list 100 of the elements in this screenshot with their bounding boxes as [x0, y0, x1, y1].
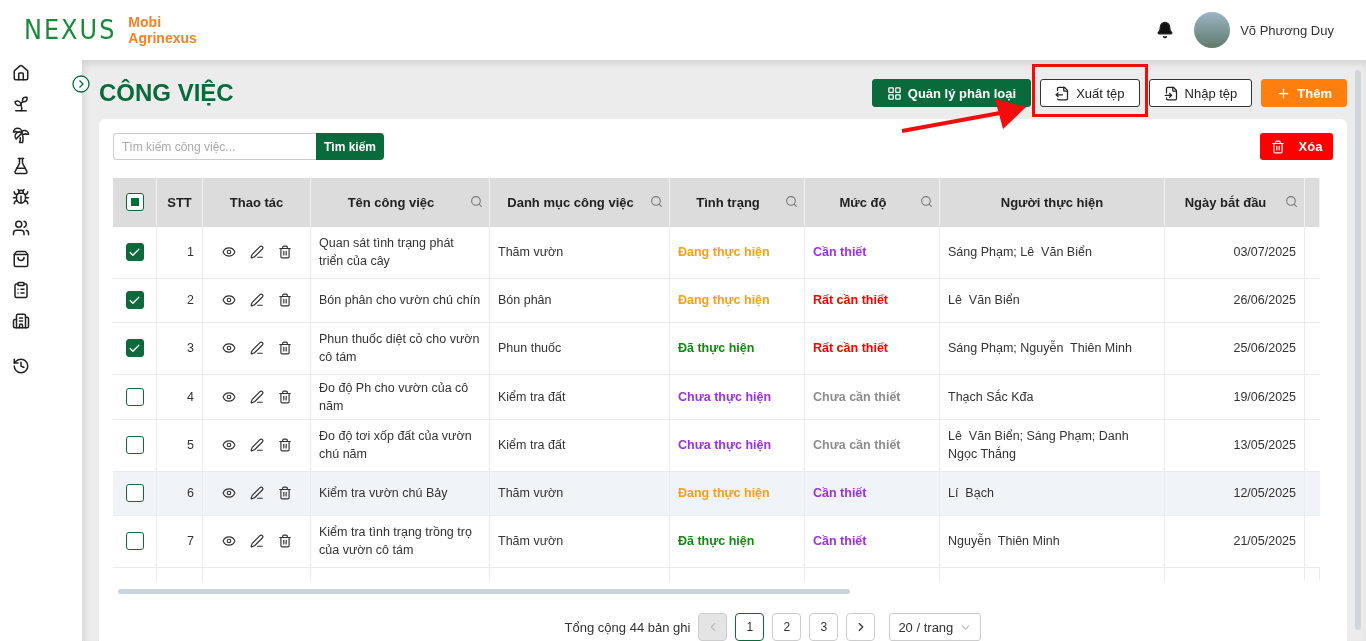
- select-all-checkbox[interactable]: [125, 193, 144, 212]
- row-checkbox[interactable]: [125, 436, 144, 455]
- notification-bell-icon[interactable]: [1156, 21, 1175, 39]
- table-row[interactable]: 5 Đo độ tơi xốp đất của vườn chú năm Kiểm tra đất Chưa thực hiện Chưa cần thiết Lê Văn Biển; Sáng Phạm; Danh Ngọc Thắng 13/05/2025: [113, 419, 1320, 472]
- table-cell-text: 4: [187, 388, 194, 406]
- table-cell-text: 7: [187, 533, 194, 551]
- table-cell-text: 21/05/2025: [1233, 533, 1296, 551]
- edit-icon[interactable]: [249, 534, 264, 549]
- status-text: Đã thực hiện: [678, 340, 755, 358]
- page-button[interactable]: 2: [772, 613, 802, 641]
- home-icon[interactable]: [12, 64, 30, 82]
- search-icon[interactable]: [650, 194, 663, 208]
- table-cell-text: Kiểm tra tình trạng trồng trọ của vườn cô tám: [319, 524, 473, 560]
- vertical-scrollbar[interactable]: [1355, 70, 1361, 630]
- delete-button[interactable]: Xóa: [1260, 133, 1333, 161]
- table-cell-text: Lí Bạch: [948, 485, 994, 503]
- view-icon[interactable]: [221, 438, 236, 453]
- row-checkbox[interactable]: [125, 339, 144, 358]
- table-row[interactable]: 7 Kiểm tra tình trạng trồng trọ của vườn cô tám Thăm vườn Đã thực hiện Cần thiết Nguyễn Thiên Minh 21/05/2025: [113, 515, 1320, 568]
- delete-icon[interactable]: [277, 341, 292, 356]
- building-icon[interactable]: [12, 312, 30, 330]
- table-row[interactable]: 4 Đo độ Ph cho vườn của cô năm Kiểm tra đất Chưa thực hiện Chưa cần thiết Thạch Sắc Kđa 19/06/2025: [113, 374, 1320, 420]
- bag-icon[interactable]: [12, 250, 30, 268]
- status-text: Đang thực hiện: [678, 485, 770, 503]
- search-field[interactable]: Tìm kiếm công việc...: [113, 133, 316, 161]
- row-checkbox[interactable]: [125, 387, 144, 406]
- edit-icon[interactable]: [249, 438, 264, 453]
- brand-name: Agrinexus: [128, 30, 197, 46]
- delete-icon[interactable]: [277, 293, 292, 308]
- delete-icon[interactable]: [277, 486, 292, 501]
- edit-icon[interactable]: [249, 389, 264, 404]
- page-button[interactable]: 3: [809, 613, 839, 641]
- action-button[interactable]: Xuất tệp: [1040, 79, 1140, 107]
- table-cell-text: 12/05/2025: [1233, 485, 1296, 503]
- search-icon[interactable]: [470, 194, 483, 208]
- table-cell-text: Phun thuốc: [498, 340, 562, 358]
- view-icon[interactable]: [221, 534, 236, 549]
- view-icon[interactable]: [221, 341, 236, 356]
- table-cell-text: Bón phân cho vườn chú chín: [319, 292, 481, 310]
- column-header: Thao tác: [229, 194, 284, 210]
- edit-icon[interactable]: [249, 245, 264, 260]
- page-size-select[interactable]: 20 / trang: [889, 613, 982, 641]
- table-cell-text: Thăm vườn: [498, 533, 564, 551]
- search-icon[interactable]: [785, 194, 798, 208]
- expand-toggle-icon[interactable]: [72, 75, 90, 93]
- priority-text: Rất cần thiết: [813, 340, 888, 358]
- delete-icon[interactable]: [277, 438, 292, 453]
- page-button[interactable]: 1: [735, 613, 765, 641]
- action-button[interactable]: Quản lý phân loại: [871, 79, 1032, 107]
- flask-icon[interactable]: [12, 157, 30, 175]
- bug-icon[interactable]: [12, 188, 30, 206]
- table-row[interactable]: 6 Kiểm tra vườn chú Bảy Thăm vườn Đang thực hiện Cần thiết Lí Bạch 12/05/2025: [113, 471, 1320, 516]
- column-header: Danh mục công việc: [507, 194, 634, 210]
- table-cell-text: Bón phân: [498, 292, 552, 310]
- table-row[interactable]: 1 Quan sát tình trạng phát triển của cây Thăm vườn Đang thực hiện Cần thiết Sáng Phạm; Lê Văn Biển 03/07/2025: [113, 226, 1320, 279]
- table-row[interactable]: 2 Bón phân cho vườn chú chín Bón phân Đang thực hiện Rất cần thiết Lê Văn Biển 26/06/2025: [113, 278, 1320, 323]
- view-icon[interactable]: [221, 293, 236, 308]
- horizontal-scrollbar[interactable]: [118, 589, 850, 594]
- avatar[interactable]: [1194, 12, 1231, 48]
- grid-icon: [886, 85, 902, 101]
- action-button[interactable]: Nhập tệp: [1148, 79, 1253, 107]
- row-checkbox[interactable]: [125, 484, 144, 503]
- table-cell-text: 26/06/2025: [1233, 292, 1296, 310]
- column-header: Tên công việc: [347, 194, 435, 210]
- table-cell: Nguyễn Thiên Minh: [948, 532, 1060, 551]
- priority-text: Rất cần thiết: [813, 292, 888, 310]
- priority-text: Cần thiết: [813, 244, 867, 262]
- edit-icon[interactable]: [249, 486, 264, 501]
- row-checkbox[interactable]: [125, 291, 144, 310]
- table-row[interactable]: 3 Phun thuốc diệt cỏ cho vườn cô tám Phun thuốc Đã thực hiện Rất cần thiết Sáng Phạm; Nguyễn Thiên Minh 25/06/2025: [113, 322, 1320, 375]
- row-checkbox[interactable]: [125, 532, 144, 551]
- delete-icon[interactable]: [277, 389, 292, 404]
- view-icon[interactable]: [221, 486, 236, 501]
- edit-icon[interactable]: [249, 293, 264, 308]
- sprout-icon[interactable]: [12, 95, 30, 113]
- users-icon[interactable]: [12, 219, 30, 237]
- row-checkbox[interactable]: [125, 243, 144, 262]
- view-icon[interactable]: [221, 245, 236, 260]
- edit-icon[interactable]: [249, 341, 264, 356]
- column-header: Mức độ: [839, 194, 887, 210]
- table-cell-text: 6: [187, 485, 194, 503]
- table-cell-text: Lê Văn Biển; Sáng Phạm; Danh Ngọc Thắng: [948, 428, 1130, 464]
- clipboard-icon[interactable]: [12, 281, 30, 299]
- table-cell-text: 03/07/2025: [1233, 244, 1296, 262]
- trash-icon: [1270, 139, 1285, 154]
- status-text: Chưa thực hiện: [678, 437, 772, 455]
- search-icon[interactable]: [1285, 194, 1298, 208]
- delete-icon[interactable]: [277, 245, 292, 260]
- search-icon[interactable]: [920, 194, 933, 208]
- history-icon[interactable]: [12, 357, 30, 375]
- table-cell-text: 25/06/2025: [1233, 340, 1296, 358]
- table-cell-text: 2: [187, 292, 194, 310]
- page-title: CÔNG VIỆC: [99, 79, 234, 107]
- palm-tree-icon[interactable]: [12, 126, 30, 144]
- search-button[interactable]: Tìm kiếm: [316, 133, 385, 161]
- table-cell-text: Thăm vườn: [498, 244, 564, 262]
- delete-icon[interactable]: [277, 534, 292, 549]
- view-icon[interactable]: [221, 389, 236, 404]
- table-cell-text: Thăm vườn: [498, 485, 564, 503]
- table-cell-text: Lê Văn Biển: [948, 292, 1020, 310]
